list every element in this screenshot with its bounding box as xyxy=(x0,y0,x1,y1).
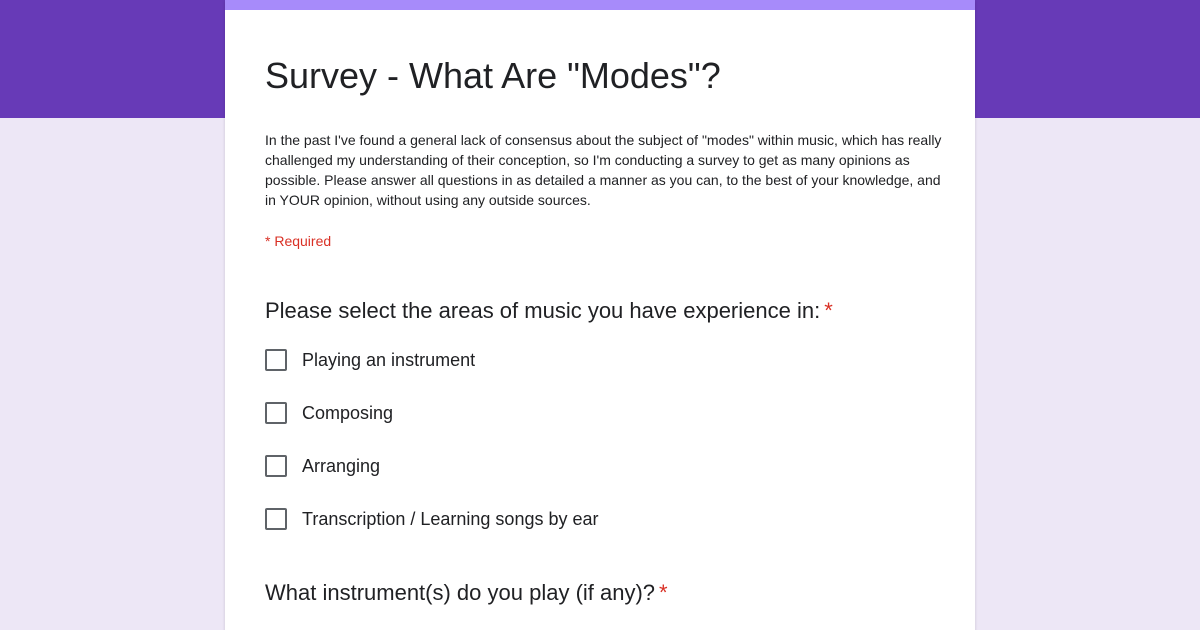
question-experience-areas: Please select the areas of music you hav… xyxy=(265,298,833,324)
option-label: Composing xyxy=(302,402,394,423)
option-playing-instrument[interactable]: Playing an instrument xyxy=(265,347,475,373)
checkbox[interactable] xyxy=(265,402,287,424)
question-text: What instrument(s) do you play (if any)? xyxy=(265,580,656,605)
option-composing[interactable]: Composing xyxy=(265,400,393,426)
form-page: Survey - What Are "Modes"? In the past I… xyxy=(0,0,1200,630)
required-note: * Required xyxy=(265,233,332,249)
option-label: Arranging xyxy=(302,455,381,476)
card-accent-strip xyxy=(225,0,975,10)
required-asterisk: * xyxy=(824,298,833,323)
form-title: Survey - What Are "Modes"? xyxy=(265,55,721,96)
option-label: Playing an instrument xyxy=(302,349,476,370)
checkbox[interactable] xyxy=(265,349,287,371)
form-description: In the past I've found a general lack of… xyxy=(265,132,942,208)
checkbox[interactable] xyxy=(265,508,287,530)
checkbox[interactable] xyxy=(265,455,287,477)
form-card: Survey - What Are "Modes"? In the past I… xyxy=(225,0,975,630)
required-asterisk: * xyxy=(659,580,668,605)
question-instruments: What instrument(s) do you play (if any)?… xyxy=(265,580,668,606)
question-text: Please select the areas of music you hav… xyxy=(265,298,821,323)
option-label: Transcription / Learning songs by ear xyxy=(302,508,599,529)
option-arranging[interactable]: Arranging xyxy=(265,453,380,479)
option-transcription[interactable]: Transcription / Learning songs by ear xyxy=(265,506,599,532)
